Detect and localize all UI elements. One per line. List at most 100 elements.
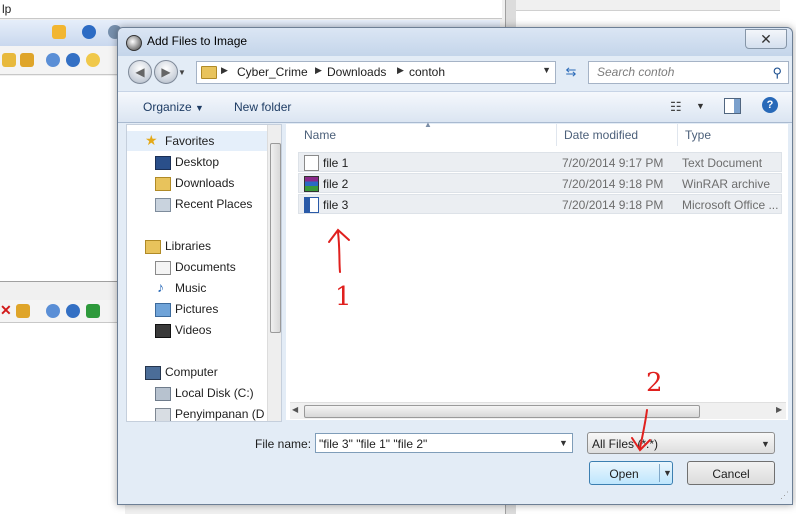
- breadcrumb-chevron-icon[interactable]: ▶: [397, 65, 404, 76]
- help-icon[interactable]: ?: [762, 97, 778, 113]
- globe-icon[interactable]: [46, 304, 60, 318]
- scroll-left-icon[interactable]: ◀: [292, 405, 298, 414]
- pictures-icon: [155, 303, 171, 317]
- forward-button[interactable]: ▶: [154, 60, 178, 84]
- scrollbar-thumb[interactable]: [304, 405, 700, 418]
- globe-icon[interactable]: [46, 53, 60, 67]
- dialog-title: Add Files to Image: [147, 34, 248, 48]
- view-options-icon[interactable]: ☷: [670, 99, 682, 115]
- breadcrumb-chevron-icon[interactable]: ▶: [315, 65, 322, 76]
- open-icon[interactable]: [20, 53, 34, 67]
- resize-grip-icon[interactable]: ⋰: [780, 490, 789, 501]
- open-dropdown-icon[interactable]: ▼: [663, 468, 672, 478]
- file-name: file 2: [323, 177, 349, 191]
- videos-icon: [155, 324, 171, 338]
- nav-label: Documents: [175, 260, 236, 274]
- nav-label: Computer: [165, 365, 218, 379]
- nav-item-music[interactable]: ♪ Music: [127, 278, 267, 298]
- gear-icon[interactable]: [66, 53, 80, 67]
- view-dropdown-icon[interactable]: ▼: [696, 101, 705, 111]
- file-date: 7/20/2014 9:18 PM: [562, 177, 664, 191]
- search-input[interactable]: Search contoh ⚲: [588, 61, 789, 84]
- nav-item-pictures[interactable]: Pictures: [127, 299, 267, 319]
- nav-item-downloads[interactable]: Downloads: [127, 173, 267, 193]
- nav-item-computer[interactable]: Computer: [127, 362, 267, 382]
- gear-icon[interactable]: [66, 304, 80, 318]
- nav-item-libraries[interactable]: Libraries: [127, 236, 267, 256]
- column-header-name[interactable]: Name: [296, 124, 557, 146]
- dialog-title-bar[interactable]: Add Files to Image ✕: [118, 28, 792, 56]
- search-icon[interactable]: ⚲: [772, 65, 782, 81]
- nav-item-penyimpanan[interactable]: Penyimpanan (D: [127, 404, 267, 421]
- navigation-pane: ★ Favorites Desktop Downloads Recent Pla…: [126, 124, 282, 422]
- close-button[interactable]: ✕: [745, 29, 787, 49]
- breadcrumb-chevron-icon[interactable]: ▶: [221, 65, 228, 76]
- organize-button[interactable]: Organize ▼: [143, 100, 204, 114]
- new-folder-button[interactable]: New folder: [234, 100, 291, 114]
- navigation-scrollbar[interactable]: [267, 125, 281, 421]
- address-dropdown-icon[interactable]: ▼: [542, 65, 551, 75]
- file-type: WinRAR archive: [682, 177, 771, 191]
- add-files-dialog: Add Files to Image ✕ ◀ ▶ ▼ ▶ Cyber_Crime…: [117, 27, 793, 505]
- downloads-folder-icon: [155, 177, 171, 191]
- column-header-date-modified[interactable]: Date modified: [556, 124, 678, 146]
- settings-icon[interactable]: [86, 53, 100, 67]
- documents-icon: [155, 261, 171, 275]
- refresh-button[interactable]: ⇆: [560, 62, 582, 82]
- recent-locations-dropdown[interactable]: ▼: [178, 68, 186, 77]
- file-date: 7/20/2014 9:17 PM: [562, 156, 664, 170]
- open-icon[interactable]: [16, 304, 30, 318]
- file-name-input[interactable]: "file 3" "file 1" "file 2": [315, 433, 573, 453]
- folder-icon[interactable]: [2, 53, 16, 67]
- chevron-down-icon: ▼: [195, 103, 204, 113]
- file-name: file 3: [323, 198, 349, 212]
- column-header-type[interactable]: Type: [677, 124, 788, 146]
- nav-label: Libraries: [165, 239, 212, 253]
- file-date: 7/20/2014 9:18 PM: [562, 198, 664, 212]
- nav-label: Music: [175, 281, 207, 295]
- music-icon: ♪: [157, 279, 164, 295]
- recent-places-icon: [155, 198, 171, 212]
- nav-label: Local Disk (C:): [175, 386, 254, 400]
- background-toolbar-lower: ✕: [0, 300, 125, 323]
- scrollbar-thumb[interactable]: [270, 143, 281, 333]
- nav-item-videos[interactable]: Videos: [127, 320, 267, 340]
- refresh-icon[interactable]: [86, 304, 100, 318]
- scroll-right-icon[interactable]: ▶: [776, 405, 782, 414]
- background-panel-top: [0, 76, 125, 282]
- back-button[interactable]: ◀: [128, 60, 152, 84]
- nav-item-documents[interactable]: Documents: [127, 257, 267, 277]
- nav-item-desktop[interactable]: Desktop: [127, 152, 267, 172]
- breadcrumb-item[interactable]: Cyber_Crime: [237, 65, 308, 79]
- open-button[interactable]: Open: [589, 461, 673, 485]
- file-type-select[interactable]: All Files (*.*): [587, 432, 775, 454]
- nav-label: Favorites: [165, 134, 215, 148]
- desktop-icon: [155, 156, 171, 170]
- organize-label: Organize: [143, 100, 192, 114]
- nav-label: Downloads: [175, 176, 235, 190]
- file-row[interactable]: file 1 7/20/2014 9:17 PM Text Document: [298, 152, 782, 172]
- file-name-dropdown-icon[interactable]: ▼: [559, 438, 568, 448]
- horizontal-scrollbar[interactable]: ◀ ▶: [290, 402, 786, 419]
- nav-item-recent-places[interactable]: Recent Places: [127, 194, 267, 214]
- file-row[interactable]: file 2 7/20/2014 9:18 PM WinRAR archive: [298, 173, 782, 193]
- cancel-button[interactable]: Cancel: [687, 461, 775, 485]
- preview-pane-icon[interactable]: [724, 98, 741, 114]
- file-row[interactable]: file 3 7/20/2014 9:18 PM Microsoft Offic…: [298, 194, 782, 214]
- burn-icon[interactable]: [52, 25, 66, 39]
- disc-icon: [126, 35, 142, 51]
- address-bar[interactable]: ▶ Cyber_Crime ▶ Downloads ▶ contoh ▼: [196, 61, 556, 84]
- command-bar: Organize ▼ New folder ☷ ▼ ?: [118, 91, 792, 123]
- delete-icon[interactable]: ✕: [0, 302, 12, 319]
- breadcrumb-item[interactable]: contoh: [409, 65, 445, 79]
- nav-item-favorites[interactable]: ★ Favorites: [127, 131, 267, 151]
- nav-label: Pictures: [175, 302, 219, 316]
- star-icon: ★: [145, 132, 158, 148]
- nav-item-local-disk[interactable]: Local Disk (C:): [127, 383, 267, 403]
- breadcrumb-item[interactable]: Downloads: [327, 65, 386, 79]
- chevron-down-icon[interactable]: ▼: [761, 439, 770, 449]
- info-icon[interactable]: [82, 25, 96, 39]
- word-document-icon: [304, 197, 319, 213]
- background-menu-fragment[interactable]: lp: [2, 2, 11, 16]
- nav-label: Desktop: [175, 155, 220, 169]
